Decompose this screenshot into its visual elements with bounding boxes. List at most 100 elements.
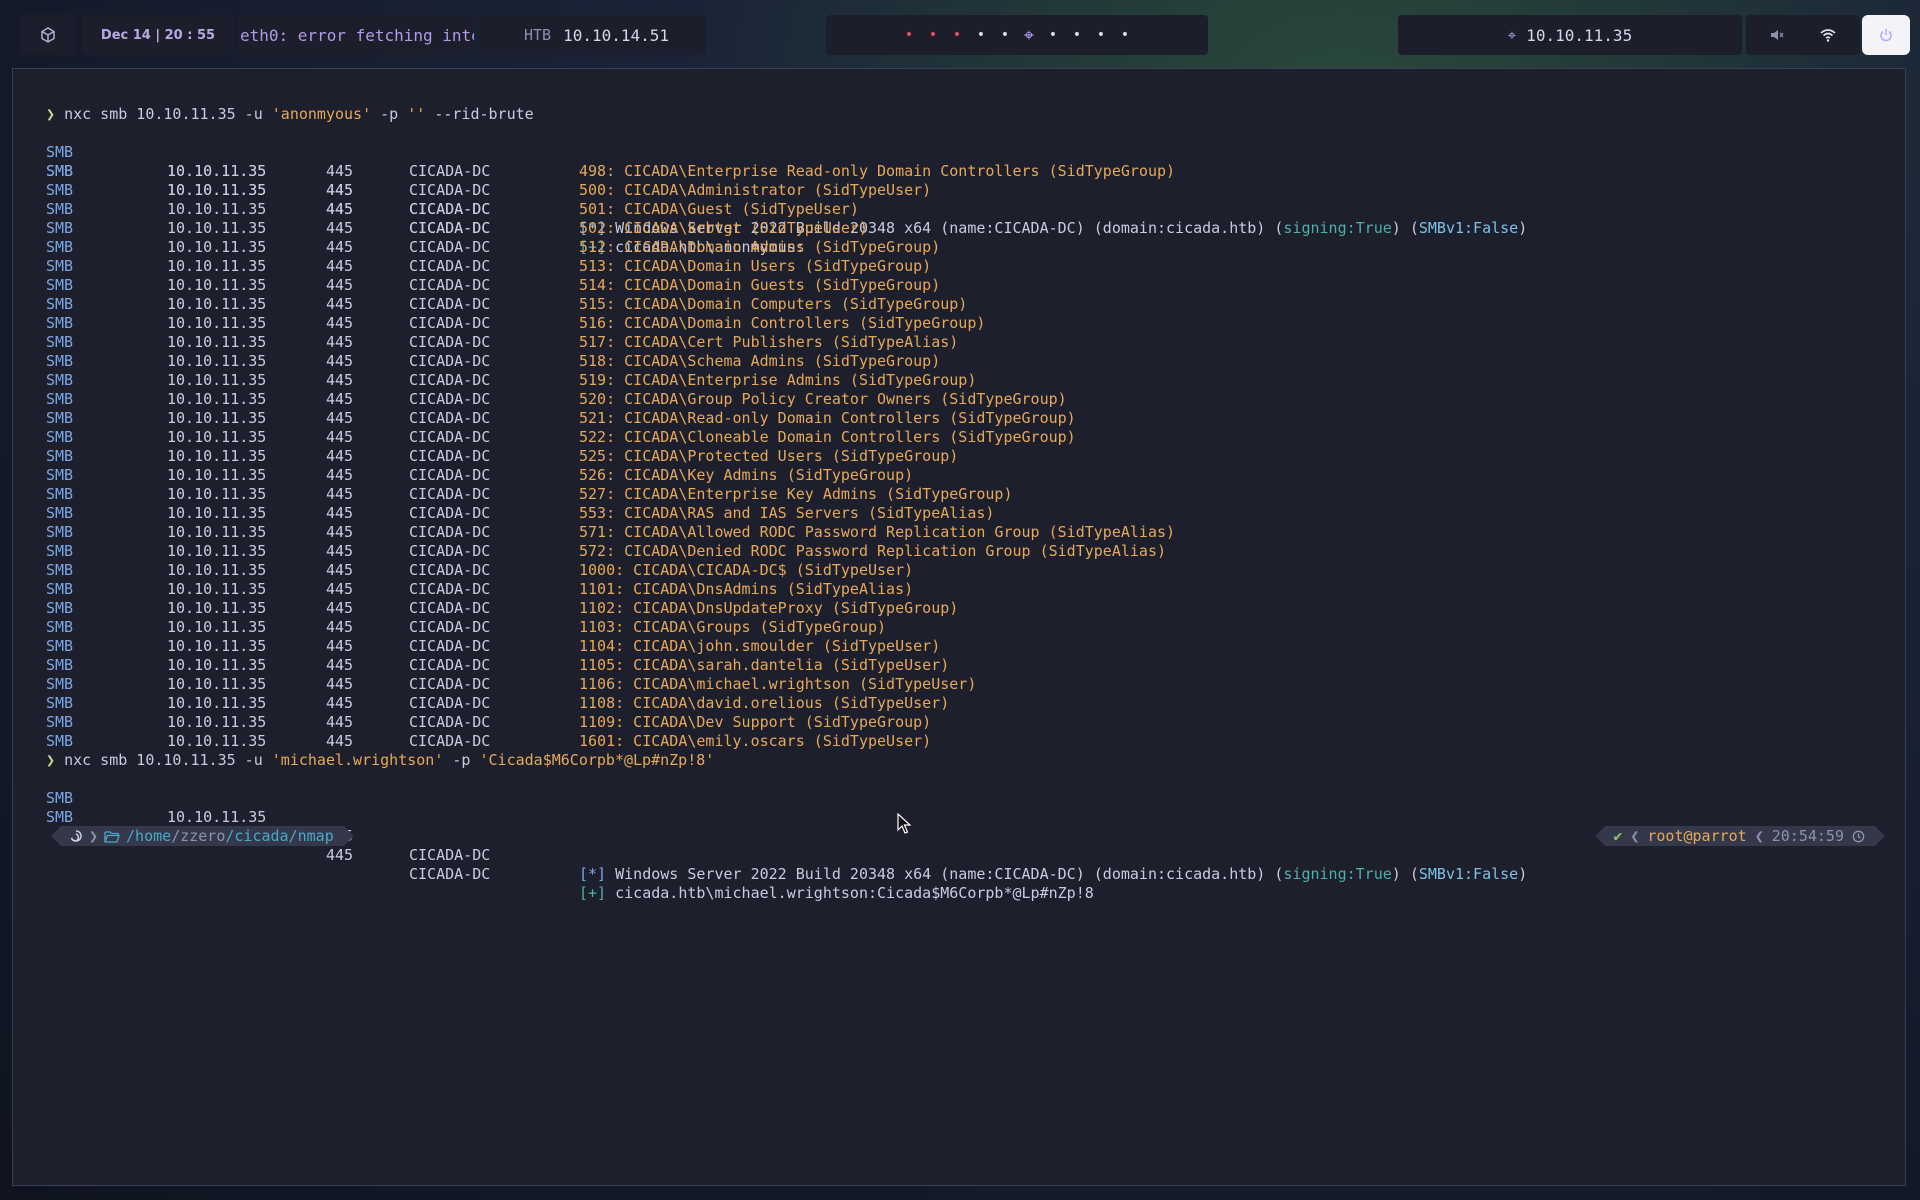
- workspace-9[interactable]: •: [1089, 27, 1113, 43]
- table-row: SMB 10.10.11.35 445 CICADA-DC 521: CICADA\Re…: [46, 409, 1076, 427]
- system-tray: [1746, 15, 1860, 55]
- output-row-info: SMB 10.10.11.35 445 CICADA-DC [*] Window…: [46, 143, 1528, 237]
- rid-entry: 516: CICADA\Domain Controllers (SidTypeG…: [579, 314, 986, 332]
- volume-muted-icon[interactable]: [1770, 28, 1784, 42]
- table-row: SMB 10.10.11.35 445 CICADA-DC 571: CICADA\Al…: [46, 523, 1176, 541]
- table-row: SMB 10.10.11.35 445 CICADA-DC 526: CICADA\Ke…: [46, 466, 914, 484]
- prompt-arrow: ❯: [46, 751, 56, 769]
- rid-entry: 501: CICADA\Guest (SidTypeUser): [579, 200, 859, 218]
- rid-entry: 515: CICADA\Domain Computers (SidTypeGro…: [579, 295, 968, 313]
- workspace-3[interactable]: •: [945, 27, 969, 43]
- table-row: SMB 10.10.11.35 445 CICADA-DC 1104: CICADA\j…: [46, 637, 941, 655]
- workspace-active-target-icon[interactable]: ⌖: [1017, 25, 1041, 46]
- table-row: SMB 10.10.11.35 445 CICADA-DC 1106: CICADA\m…: [46, 675, 977, 693]
- table-row: SMB 10.10.11.35 445 CICADA-DC 501: CICADA\Gu…: [46, 200, 859, 218]
- rid-entry: 500: CICADA\Administrator (SidTypeUser): [579, 181, 932, 199]
- table-row: SMB 10.10.11.35 445 CICADA-DC 498: CICADA\En…: [46, 162, 1176, 180]
- table-row: SMB 10.10.11.35 445 CICADA-DC 1000: CICADA\C…: [46, 561, 914, 579]
- chevron-left-icon: ❮: [1754, 827, 1764, 845]
- command-line-2: ❯ nxc smb 10.10.11.35 -u 'michael.wright…: [46, 751, 715, 769]
- workspace-switcher: • • • • • ⌖ • • • •: [826, 15, 1208, 55]
- terminal-window[interactable]: ❯ nxc smb 10.10.11.35 -u 'anonmyous' -p …: [12, 68, 1906, 1186]
- success-check-icon: ✔: [1613, 827, 1623, 845]
- debian-swirl-icon: [69, 829, 83, 843]
- menu-button[interactable]: [20, 15, 76, 55]
- rid-entry: 571: CICADA\Allowed RODC Password Replic…: [579, 523, 1176, 541]
- user-host: root@parrot: [1647, 827, 1747, 845]
- output-row-auth-2: SMB 10.10.11.35 445 CICADA-DC [+] cicada…: [46, 808, 1094, 902]
- chevron-left-icon: ❮: [1630, 827, 1640, 845]
- table-row: SMB 10.10.11.35 445 CICADA-DC 517: CICADA\Ce…: [46, 333, 959, 351]
- table-row: SMB 10.10.11.35 445 CICADA-DC 522: CICADA\Cl…: [46, 428, 1076, 446]
- terminal-output: ❯ nxc smb 10.10.11.35 -u 'anonmyous' -p …: [46, 105, 1846, 902]
- table-row: SMB 10.10.11.35 445 CICADA-DC 1601: CICADA\e…: [46, 732, 932, 750]
- prompt-path-segment: ❯ /home/zzero/cicada/nmap: [51, 826, 354, 846]
- current-path: /home/zzero/cicada/nmap: [126, 827, 334, 845]
- table-row: SMB 10.10.11.35 445 CICADA-DC 514: CICADA\Do…: [46, 276, 941, 294]
- rid-entry: 1601: CICADA\emily.oscars (SidTypeUser): [579, 732, 932, 750]
- prompt-status-segment: ✔ ❮ root@parrot ❮ 20:54:59: [1595, 826, 1885, 846]
- output-row-auth: SMB 10.10.11.35 445 CICADA-DC [+] cicada…: [46, 162, 805, 256]
- workspace-10[interactable]: •: [1113, 27, 1137, 43]
- table-row: SMB 10.10.11.35 445 CICADA-DC 502: CICADA\kr…: [46, 219, 868, 237]
- table-row: SMB 10.10.11.35 445 CICADA-DC 1103: CICADA\G…: [46, 618, 887, 636]
- workspace-1[interactable]: •: [897, 27, 921, 43]
- rid-entry: 572: CICADA\Denied RODC Password Replica…: [579, 542, 1166, 560]
- table-row: SMB 10.10.11.35 445 CICADA-DC 519: CICADA\En…: [46, 371, 977, 389]
- table-row: SMB 10.10.11.35 445 CICADA-DC 518: CICADA\Sc…: [46, 352, 941, 370]
- cube-icon: [41, 27, 55, 43]
- rid-entry: 525: CICADA\Protected Users (SidTypeGrou…: [579, 447, 959, 465]
- table-row: SMB 10.10.11.35 445 CICADA-DC 520: CICADA\Gr…: [46, 390, 1067, 408]
- table-row: SMB 10.10.11.35 445 CICADA-DC 1101: CICADA\D…: [46, 580, 914, 598]
- rid-entry: 519: CICADA\Enterprise Admins (SidTypeGr…: [579, 371, 977, 389]
- rid-entry: 1105: CICADA\sarah.dantelia (SidTypeUser…: [579, 656, 950, 674]
- rid-entry: 521: CICADA\Read-only Domain Controllers…: [579, 409, 1076, 427]
- rid-entry: 1109: CICADA\Dev Support (SidTypeGroup): [579, 713, 932, 731]
- top-bar: Dec 14 | 20 : 55 eth0: error fetching in…: [0, 0, 1920, 68]
- rid-entry: 513: CICADA\Domain Users (SidTypeGroup): [579, 257, 932, 275]
- folder-open-icon: [104, 830, 120, 843]
- date-time: Dec 14 | 20 : 55: [82, 15, 234, 55]
- rid-entry: 512: CICADA\Domain Admins (SidTypeGroup): [579, 238, 941, 256]
- rid-entry: 526: CICADA\Key Admins (SidTypeGroup): [579, 466, 914, 484]
- rid-entry: 1104: CICADA\john.smoulder (SidTypeUser): [579, 637, 941, 655]
- rid-entry: 514: CICADA\Domain Guests (SidTypeGroup): [579, 276, 941, 294]
- workspace-5[interactable]: •: [993, 27, 1017, 43]
- wifi-icon[interactable]: [1820, 28, 1836, 42]
- rid-brute-results: SMB 10.10.11.35 445 CICADA-DC 498: CICADA\En…: [46, 162, 1846, 751]
- rid-entry: 1106: CICADA\michael.wrightson (SidTypeU…: [579, 675, 977, 693]
- rid-entry: 1102: CICADA\DnsUpdateProxy (SidTypeGrou…: [579, 599, 959, 617]
- table-row: SMB 10.10.11.35 445 CICADA-DC 1109: CICADA\D…: [46, 713, 932, 731]
- rid-entry: 1000: CICADA\CICADA-DC$ (SidTypeUser): [579, 561, 914, 579]
- workspace-8[interactable]: •: [1065, 27, 1089, 43]
- rid-entry: 553: CICADA\RAS and IAS Servers (SidType…: [579, 504, 995, 522]
- table-row: SMB 10.10.11.35 445 CICADA-DC 1105: CICADA\s…: [46, 656, 950, 674]
- clock-icon: [1852, 830, 1865, 843]
- table-row: SMB 10.10.11.35 445 CICADA-DC 515: CICADA\Do…: [46, 295, 968, 313]
- workspace-2[interactable]: •: [921, 27, 945, 43]
- table-row: SMB 10.10.11.35 445 CICADA-DC 553: CICADA\RA…: [46, 504, 995, 522]
- power-button[interactable]: [1862, 15, 1910, 55]
- table-row: SMB 10.10.11.35 445 CICADA-DC 500: CICADA\Ad…: [46, 181, 932, 199]
- rid-entry: 1108: CICADA\david.orelious (SidTypeUser…: [579, 694, 950, 712]
- power-icon: [1880, 29, 1892, 42]
- output-row-info-2: SMB 10.10.11.35 445 CICADA-DC [*] Window…: [46, 789, 1528, 883]
- command-line-1: ❯ nxc smb 10.10.11.35 -u 'anonmyous' -p …: [46, 105, 534, 123]
- table-row: SMB 10.10.11.35 445 CICADA-DC 1102: CICADA\D…: [46, 599, 959, 617]
- workspace-4[interactable]: •: [969, 27, 993, 43]
- network-status: eth0: error fetching inter: [238, 15, 474, 55]
- rid-entry: 1101: CICADA\DnsAdmins (SidTypeAlias): [579, 580, 914, 598]
- target-ip-widget[interactable]: ⌖ 10.10.11.35: [1398, 15, 1742, 55]
- target-ip: 10.10.11.35: [1526, 25, 1633, 45]
- table-row: SMB 10.10.11.35 445 CICADA-DC 572: CICADA\De…: [46, 542, 1166, 560]
- table-row: SMB 10.10.11.35 445 CICADA-DC 513: CICADA\Do…: [46, 257, 932, 275]
- table-row: SMB 10.10.11.35 445 CICADA-DC 1108: CICADA\d…: [46, 694, 950, 712]
- chevron-right-icon: ❯: [89, 827, 99, 845]
- rid-entry: 498: CICADA\Enterprise Read-only Domain …: [579, 162, 1176, 180]
- workspace-7[interactable]: •: [1041, 27, 1065, 43]
- table-row: SMB 10.10.11.35 445 CICADA-DC 527: CICADA\En…: [46, 485, 1013, 503]
- rid-entry: 520: CICADA\Group Policy Creator Owners …: [579, 390, 1067, 408]
- rid-entry: 518: CICADA\Schema Admins (SidTypeGroup): [579, 352, 941, 370]
- table-row: SMB 10.10.11.35 445 CICADA-DC 525: CICADA\Pr…: [46, 447, 959, 465]
- rid-entry: 1103: CICADA\Groups (SidTypeGroup): [579, 618, 887, 636]
